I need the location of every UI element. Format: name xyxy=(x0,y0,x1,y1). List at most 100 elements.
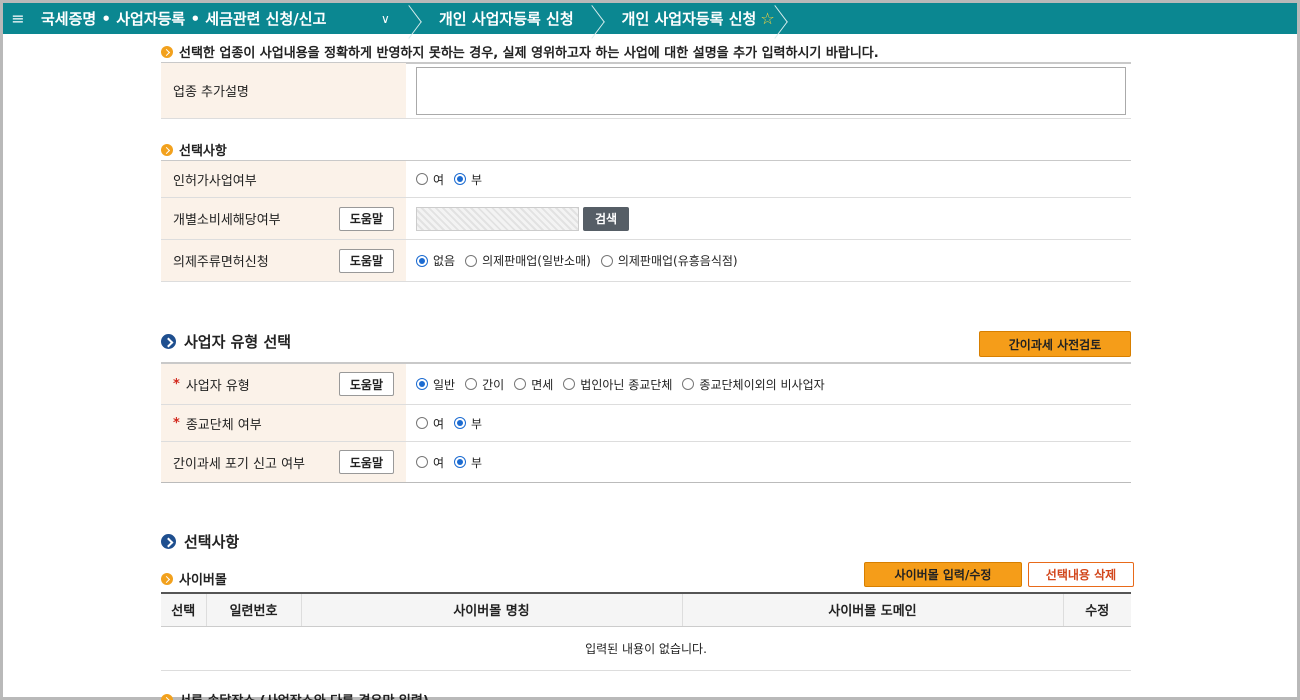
religious-row: * 종교단체 여부 여 부 xyxy=(161,405,1131,442)
liquor-value-cell: 없음 의제판매업(일반소매) 의제판매업(유흥음식점) xyxy=(406,240,1131,281)
liquor-label: 의제주류면허신청 xyxy=(173,255,269,270)
table-row: 입력된 내용이 없습니다. xyxy=(161,626,1131,671)
breadcrumb-item-3-label: 개인 사업자등록 신청 xyxy=(621,10,757,28)
religious-no-radio[interactable]: 부 xyxy=(454,415,482,432)
simple-abandon-row: 간이과세 포기 신고 여부 도움말 여 부 xyxy=(161,442,1131,483)
next-section-title: 서류 송달장소 (사업장소와 다른 경우만 입력) xyxy=(161,690,429,700)
biztype-label-cell: * 사업자 유형 도움말 xyxy=(161,364,406,404)
table-header-row: 선택 일련번호 사이버몰 명칭 사이버몰 도메인 수정 xyxy=(161,594,1131,627)
radio-label: 의제판매업(일반소매) xyxy=(482,254,591,268)
liquor-label-cell: 의제주류면허신청 도움말 xyxy=(161,240,406,281)
excise-value-cell: 검색 xyxy=(406,198,1131,239)
biztype-simple-radio[interactable]: 간이 xyxy=(465,376,504,393)
permit-label: 인허가사업여부 xyxy=(161,161,406,197)
top-breadcrumb-bar: ≡ 국세증명 • 사업자등록 • 세금관련 신청/신고 ∨ 개인 사업자등록 신… xyxy=(3,3,1297,34)
biztype-general-radio[interactable]: 일반 xyxy=(416,376,455,393)
radio-label: 일반 xyxy=(433,377,456,392)
radio-circle[interactable] xyxy=(416,417,428,429)
options2-title: 선택사항 xyxy=(161,531,239,552)
biztype-religious-radio[interactable]: 법인아닌 종교단체 xyxy=(563,376,672,393)
cybermall-table: 선택 일련번호 사이버몰 명칭 사이버몰 도메인 수정 입력된 내용이 없습니다… xyxy=(161,594,1131,671)
permit-no-radio[interactable]: 부 xyxy=(454,171,482,188)
radio-circle[interactable] xyxy=(416,173,428,185)
excise-search-field xyxy=(416,206,579,231)
biztype-exempt-radio[interactable]: 면세 xyxy=(514,376,553,393)
religious-label-cell: * 종교단체 여부 xyxy=(161,405,406,441)
liquor-retail-radio[interactable]: 의제판매업(일반소매) xyxy=(465,252,591,269)
permit-yes-radio[interactable]: 여 xyxy=(416,171,444,188)
biztype-nonbusiness-radio[interactable]: 종교단체이외의 비사업자 xyxy=(682,376,825,393)
radio-circle-checked[interactable] xyxy=(454,417,467,429)
radio-label: 여 xyxy=(433,172,445,187)
orange-bullet-icon xyxy=(161,572,173,585)
simple-tax-precheck-button[interactable]: 간이과세 사전검토 xyxy=(979,331,1131,357)
biztype-value-cell: 일반 간이 면세 법인아닌 종교단체 종교단체이외의 비사업자 xyxy=(406,364,1131,404)
simple-abandon-yes-radio[interactable]: 여 xyxy=(416,454,444,471)
biztype-help-button[interactable]: 도움말 xyxy=(338,372,394,396)
breadcrumb-separator xyxy=(775,3,789,34)
cybermall-input-button[interactable]: 사이버몰 입력/수정 xyxy=(864,562,1022,587)
simple-abandon-value-cell: 여 부 xyxy=(406,442,1131,482)
radio-label: 종교단체이외의 비사업자 xyxy=(699,377,825,392)
biztype-title-label: 사업자 유형 선택 xyxy=(184,333,292,351)
notice-text: 선택한 업종이 사업내용을 정확하게 반영하지 못하는 경우, 실제 영위하고자… xyxy=(161,42,879,61)
orange-bullet-icon xyxy=(161,693,173,700)
radio-circle-checked[interactable] xyxy=(416,254,428,267)
liquor-none-radio[interactable]: 없음 xyxy=(416,252,455,269)
simple-abandon-no-radio[interactable]: 부 xyxy=(454,454,482,471)
radio-circle[interactable] xyxy=(514,378,527,390)
options-title: 선택사항 xyxy=(161,140,227,159)
column-header: 사이버몰 명칭 xyxy=(300,594,682,627)
biztype-label: 사업자 유형 xyxy=(185,378,250,394)
excise-help-button[interactable]: 도움말 xyxy=(338,206,394,231)
radio-circle[interactable] xyxy=(682,378,695,390)
radio-circle[interactable] xyxy=(465,378,478,390)
hamburger-menu-icon[interactable]: ≡ xyxy=(5,9,31,28)
simple-abandon-label: 간이과세 포기 신고 여부 xyxy=(173,456,305,472)
simple-abandon-help-button[interactable]: 도움말 xyxy=(338,450,394,474)
breadcrumb-separator xyxy=(592,3,606,34)
radio-label: 의제판매업(유흥음식점) xyxy=(617,254,738,268)
radio-label: 없음 xyxy=(433,254,456,268)
radio-circle[interactable] xyxy=(465,254,478,267)
industry-extra-value-cell xyxy=(406,63,1131,118)
excise-label: 개별소비세해당여부 xyxy=(173,213,281,228)
liquor-help-button[interactable]: 도움말 xyxy=(338,248,394,273)
excise-search-button[interactable]: 검색 xyxy=(583,206,629,231)
next-section-label: 서류 송달장소 (사업장소와 다른 경우만 입력) xyxy=(179,690,429,700)
delete-selection-button[interactable]: 선택내용 삭제 xyxy=(1028,562,1134,587)
radio-label: 간이 xyxy=(482,377,505,392)
radio-circle-checked[interactable] xyxy=(416,378,428,390)
religious-yes-radio[interactable]: 여 xyxy=(416,415,444,432)
breadcrumb-root[interactable]: 국세증명 • 사업자등록 • 세금관련 신청/신고 xyxy=(31,8,381,29)
column-header: 사이버몰 도메인 xyxy=(681,594,1063,627)
industry-extra-row: 업종 추가설명 xyxy=(161,63,1131,119)
radio-circle[interactable] xyxy=(600,254,613,267)
radio-circle-checked[interactable] xyxy=(454,173,467,185)
options2-title-label: 선택사항 xyxy=(184,533,240,551)
excise-label-cell: 개별소비세해당여부 도움말 xyxy=(161,198,406,239)
liquor-entertainment-radio[interactable]: 의제판매업(유흥음식점) xyxy=(600,252,738,269)
radio-label: 부 xyxy=(471,455,483,470)
column-header: 일련번호 xyxy=(205,594,301,627)
radio-label: 법인아닌 종교단체 xyxy=(580,377,673,392)
empty-message: 입력된 내용이 없습니다. xyxy=(161,626,1131,671)
radio-label: 여 xyxy=(433,416,445,431)
radio-circle[interactable] xyxy=(563,378,576,390)
liquor-row: 의제주류면허신청 도움말 없음 의제판매업(일반소매) 의제판매업(유흥음식점) xyxy=(161,240,1131,282)
radio-circle-checked[interactable] xyxy=(454,456,467,468)
breadcrumb-item-3: 개인 사업자등록 신청 ☆ xyxy=(606,8,775,29)
permit-row: 인허가사업여부 여 부 xyxy=(161,161,1131,198)
radio-label: 여 xyxy=(433,455,445,470)
cybermall-title: 사이버몰 xyxy=(161,569,227,588)
column-header: 선택 xyxy=(161,594,206,627)
blue-bullet-icon xyxy=(161,534,176,549)
cybermall-title-label: 사이버몰 xyxy=(179,573,227,588)
orange-bullet-icon xyxy=(161,45,173,58)
blue-bullet-icon xyxy=(161,334,176,349)
radio-label: 부 xyxy=(471,416,483,431)
breadcrumb-item-2[interactable]: 개인 사업자등록 신청 xyxy=(423,8,592,29)
radio-circle[interactable] xyxy=(416,456,428,468)
industry-extra-textarea[interactable] xyxy=(416,66,1126,115)
radio-label: 면세 xyxy=(531,377,554,392)
